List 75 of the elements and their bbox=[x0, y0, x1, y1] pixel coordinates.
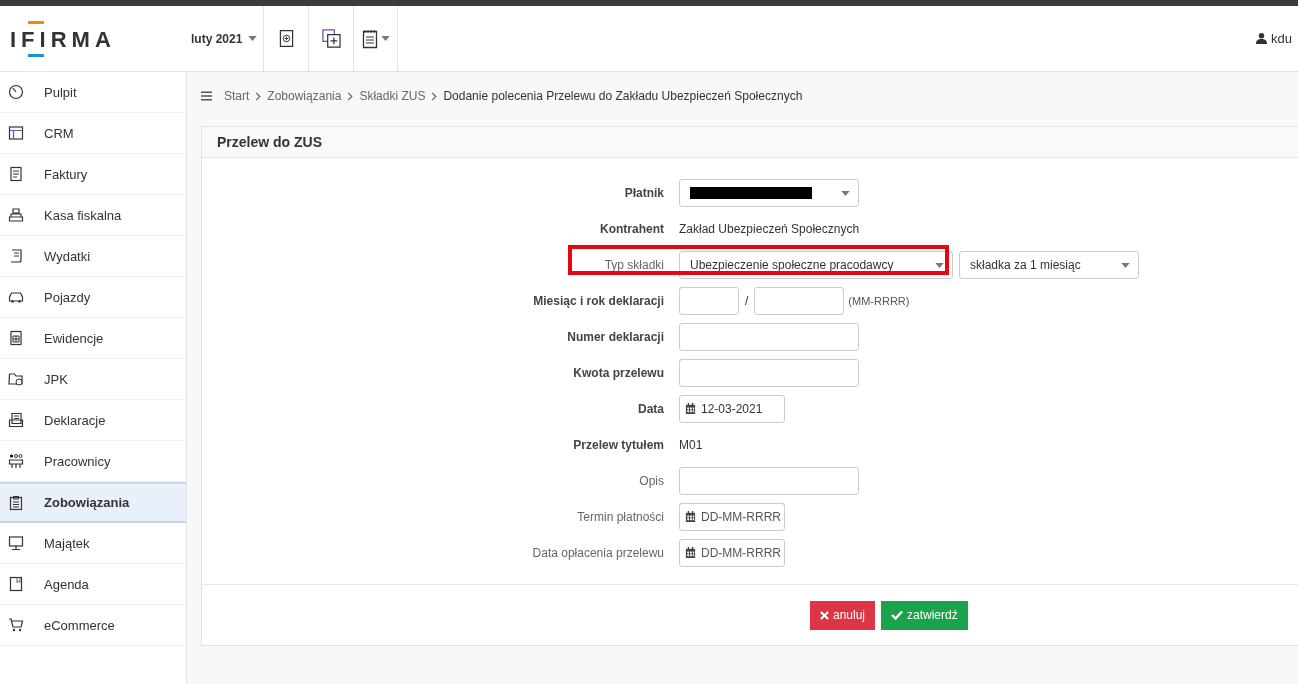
logo[interactable]: IFIRMA bbox=[10, 19, 116, 58]
sidebar-item[interactable]: Pojazdy bbox=[0, 277, 186, 318]
sidebar-item[interactable]: Kasa fiskalna bbox=[0, 195, 186, 236]
sidebar-item[interactable]: CRM bbox=[0, 113, 186, 154]
caret-icon bbox=[841, 190, 850, 196]
sidebar-item[interactable]: Agenda bbox=[0, 564, 186, 605]
close-icon bbox=[820, 610, 829, 620]
caret-icon bbox=[380, 36, 390, 41]
field-label: Kontrahent bbox=[599, 222, 664, 236]
period-dropdown[interactable]: luty 2021 bbox=[186, 6, 265, 71]
field-label: Kwota przelewu bbox=[572, 366, 664, 380]
sidebar-item[interactable]: Zobowiązania bbox=[0, 482, 186, 523]
calendar-icon bbox=[685, 511, 696, 522]
menu-icon[interactable] bbox=[201, 91, 212, 101]
panel-title: Przelew do ZUS bbox=[202, 127, 1298, 158]
chevron-icon bbox=[347, 91, 354, 101]
sidebar-item[interactable]: JPK bbox=[0, 359, 186, 400]
menu-item-icon bbox=[8, 576, 24, 592]
menu-item-icon bbox=[8, 84, 24, 100]
breadcrumb-link[interactable]: Składki ZUS bbox=[359, 89, 426, 103]
field-label: Data opłacenia przelewu bbox=[531, 546, 664, 560]
menu-item-icon bbox=[8, 166, 24, 182]
caret-icon bbox=[1121, 262, 1130, 268]
payer-select[interactable] bbox=[679, 179, 859, 207]
notepad-icon bbox=[361, 28, 378, 49]
date-field[interactable]: DD-MM-RRRR bbox=[679, 503, 785, 531]
field-label: Numer deklaracji bbox=[566, 330, 664, 344]
year-field[interactable] bbox=[754, 287, 845, 315]
field-label: Data bbox=[637, 402, 664, 416]
field-label: Płatnik bbox=[623, 186, 664, 200]
field-label: Przelew tytułem bbox=[572, 438, 664, 452]
field-value: M01 bbox=[679, 438, 703, 452]
chevron-icon bbox=[255, 91, 262, 101]
sidebar-item[interactable]: eCommerce bbox=[0, 605, 186, 646]
input-field[interactable] bbox=[679, 323, 859, 351]
sidebar-item[interactable]: Faktury bbox=[0, 154, 186, 195]
field-label: Miesiąc i rok deklaracji bbox=[532, 294, 664, 308]
sidebar-item[interactable]: Ewidencje bbox=[0, 318, 186, 359]
caret-icon bbox=[248, 36, 258, 41]
user-name[interactable]: kdu bbox=[1271, 31, 1292, 46]
input-field[interactable] bbox=[679, 467, 859, 495]
chevron-icon bbox=[431, 91, 438, 101]
menu-item-icon bbox=[8, 371, 24, 387]
caret-icon bbox=[935, 262, 944, 268]
sidebar-item[interactable]: Majątek bbox=[0, 523, 186, 564]
user-icon bbox=[1256, 33, 1268, 44]
period-select[interactable]: składka za 1 miesiąc bbox=[959, 251, 1139, 279]
calendar-icon bbox=[685, 403, 696, 414]
date-field[interactable]: 12-03-2021 bbox=[679, 395, 785, 423]
sidebar-item[interactable]: Pulpit bbox=[0, 72, 186, 113]
date-field[interactable]: DD-MM-RRRR bbox=[679, 539, 785, 567]
sidebar-item[interactable]: Wydatki bbox=[0, 236, 186, 277]
field-value: Zakład Ubezpieczeń Społecznych bbox=[679, 222, 860, 236]
menu-item-icon bbox=[8, 248, 24, 264]
menu-item-icon bbox=[8, 494, 24, 511]
menu-item-icon bbox=[8, 330, 24, 346]
cancel-button[interactable]: anuluj bbox=[810, 600, 876, 630]
sidebar-item[interactable]: Deklaracje bbox=[0, 400, 186, 441]
menu-item-icon bbox=[8, 412, 24, 428]
field-label: Opis bbox=[638, 474, 664, 488]
breadcrumb-link[interactable]: Start bbox=[224, 89, 250, 103]
menu-item-icon bbox=[8, 617, 24, 633]
menu-item-icon bbox=[8, 289, 24, 305]
calendar-icon bbox=[685, 547, 696, 558]
month-field[interactable] bbox=[679, 287, 739, 315]
menu-item-icon bbox=[8, 453, 24, 469]
check-icon bbox=[891, 610, 904, 620]
separator-text: / bbox=[745, 294, 749, 308]
menu-item-icon bbox=[8, 535, 24, 551]
menu-item-icon bbox=[8, 125, 24, 141]
input-field[interactable] bbox=[679, 359, 859, 387]
menu-item-icon bbox=[8, 207, 24, 223]
format-hint: (MM-RRRR) bbox=[848, 295, 910, 307]
breadcrumb-link[interactable]: Zobowiązania bbox=[267, 89, 342, 103]
field-label: Termin płatności bbox=[576, 510, 664, 524]
